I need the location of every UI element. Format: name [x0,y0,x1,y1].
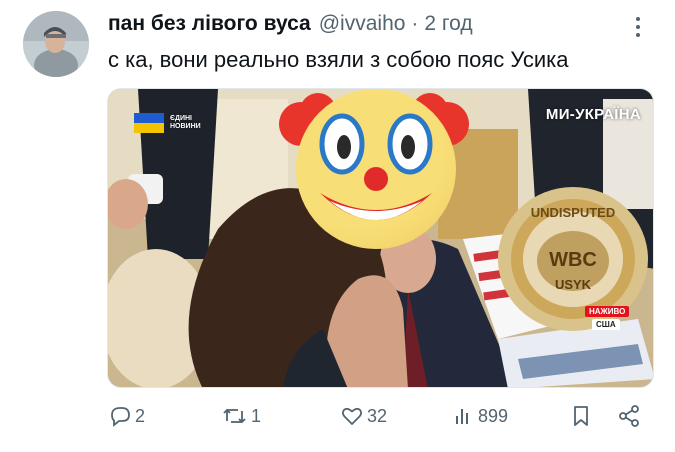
bar-chart-icon [456,409,468,424]
like-count: 32 [367,405,388,426]
belt-top-text: UNDISPUTED [531,205,616,220]
belt-name-text: USYK [555,277,592,292]
watermark-right: МИ-УКРАЇНА [545,106,641,123]
like-button[interactable]: 32 [340,404,387,428]
bookmark-icon [574,406,588,426]
author-name[interactable]: пан без лівого вуса [108,12,311,36]
separator-dot: · [411,12,419,35]
ukraine-flag-icon [134,113,164,133]
belt-center-text: WBC [549,249,597,271]
reply-button[interactable]: 2 [108,404,145,428]
heart-icon [341,407,363,425]
bookmark-button[interactable] [570,404,592,428]
live-badge: НАЖИВО [585,306,630,317]
reply-count: 2 [135,405,146,426]
views-count: 899 [478,405,509,426]
post-time[interactable]: 2 год [424,12,472,36]
views-button[interactable]: 899 [453,404,508,428]
speech-bubble-icon [111,407,130,427]
share-button[interactable] [617,404,641,428]
repost-count: 1 [251,405,262,426]
tweet-media[interactable]: UNDISPUTED WBC USYK ЄДИНІ НОВИНИ МИ-УКРА… [107,88,654,388]
repost-button[interactable]: 1 [222,404,261,428]
watermark-left-text: ЄДИНІ НОВИНИ [170,115,201,130]
retweet-icon [223,408,246,424]
media-image: UNDISPUTED WBC USYK [108,89,653,387]
share-icon [619,405,639,427]
action-bar: 2 1 32 899 [0,404,675,436]
location-badge: США [592,319,620,330]
more-vertical-icon[interactable] [632,14,644,40]
author-handle[interactable]: @ivvaiho [319,12,406,36]
avatar[interactable] [23,11,89,77]
tweet-text: с ка, вони реально взяли з собою пояс Ус… [108,47,569,72]
tweet-header: пан без лівого вуса @ivvaiho · 2 год [108,12,473,36]
watermark-left: ЄДИНІ НОВИНИ [134,113,210,133]
